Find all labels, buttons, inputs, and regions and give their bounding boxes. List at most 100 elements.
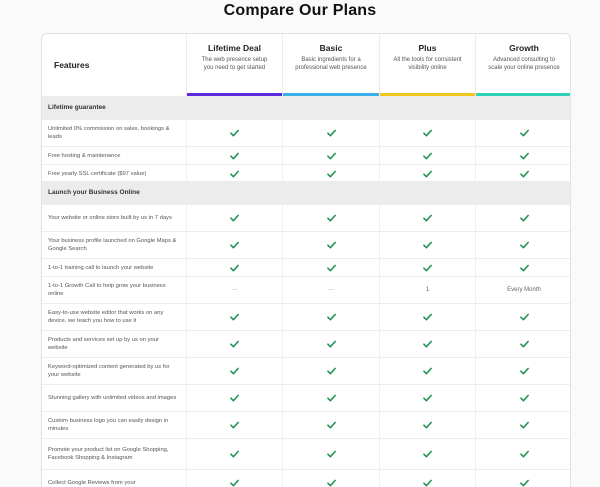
page-title: Compare Our Plans [223,2,377,19]
check-icon [519,170,529,178]
plan-cell-3 [379,232,475,258]
plan-cell-4 [475,358,570,384]
check-icon [230,264,239,272]
plan-cell-2 [282,165,379,182]
feature-label: Unlimited 0% commission on sales, bookin… [48,126,170,140]
plan-name: Plus [418,43,437,53]
check-icon [230,340,239,348]
feature-label: Your website or online store built by us… [48,215,172,221]
check-icon [519,152,529,160]
plan-cell-3 [379,385,475,411]
plan-cell-2 [282,147,379,164]
plan-description: The web presence setup you need to get s… [201,57,268,71]
table-row: Keyword-optimized content generated by u… [42,357,570,384]
plan-cell-1 [186,412,282,438]
plan-cell-1 [186,259,282,276]
check-icon [423,367,432,375]
plan-cell-1 [186,232,282,258]
plan-cell-1 [186,120,282,146]
features-header: Features [54,60,90,70]
table-row: Your business profile launched on Google… [42,231,570,258]
feature-label: Promote your product list on Google Shop… [48,447,169,461]
check-icon [519,450,529,458]
table-row: Free hosting & maintenance [42,146,570,164]
plan-header-3: Plus All the tools for consistent visibil… [379,34,475,96]
check-icon [423,450,432,458]
plan-cell-4 [475,259,570,276]
check-icon [519,313,529,321]
dash-value: — [328,287,334,293]
check-icon [326,129,336,137]
feature-label: Stunning gallery with unlimited videos a… [48,395,177,401]
check-icon [423,170,432,178]
check-icon [423,340,432,348]
feature-label: Free yearly SSL certificate ($97 value) [48,170,147,177]
check-icon [423,479,432,487]
plan-cell-2 [282,331,379,357]
table-row: 1-to-1 Growth Call to help grow your bus… [42,276,570,303]
plan-name: Basic [319,43,343,53]
plan-cell-3 [379,165,475,182]
feature-label: 1-to-1 Growth Call to help grow your bus… [48,283,166,297]
table-row: Products and services set up by us on yo… [42,330,570,357]
plan-cell-4 [475,385,570,411]
plan-cell-4 [475,232,570,258]
feature-label: Easy-to-use website editor that works on… [48,310,164,324]
feature-label: Keyword-optimized content generated by u… [48,364,170,378]
check-icon [326,479,336,487]
plan-cell-2 [282,439,379,469]
check-icon [519,264,529,272]
plan-cell-2 [282,385,379,411]
check-icon [326,152,336,160]
check-icon [326,367,336,375]
check-icon [423,421,432,429]
plan-cell-1 [186,205,282,231]
plan-cell-1 [186,439,282,469]
plan-cell-4 [475,439,570,469]
table-row: Your website or online store built by us… [42,204,570,231]
check-icon [519,129,529,137]
check-icon [519,421,529,429]
plan-cell-3: 1 [379,277,475,303]
check-icon [326,313,336,321]
check-icon [423,214,432,222]
check-icon [326,214,336,222]
table-row: Promote your product list on Google Shop… [42,438,570,469]
plan-cell-4 [475,331,570,357]
check-icon [326,264,336,272]
plan-cell-3 [379,412,475,438]
check-icon [423,313,432,321]
cell-value: Every Month [507,287,541,293]
plan-cell-4 [475,304,570,330]
plan-header-4: Growth Advanced consulting to scale your … [475,34,570,96]
table-row: Unlimited 0% commission on sales, bookin… [42,119,570,146]
plan-cell-3 [379,304,475,330]
plan-cell-1: — [186,277,282,303]
check-icon [519,367,529,375]
check-icon [230,170,239,178]
plan-cell-2 [282,232,379,258]
check-icon [230,421,239,429]
plan-cell-1 [186,304,282,330]
plan-cell-2 [282,358,379,384]
feature-label: Products and services set up by us on yo… [48,337,159,351]
plan-cell-4 [475,147,570,164]
plan-name: Lifetime Deal [208,43,261,53]
plan-cell-2 [282,412,379,438]
plan-header-2: Basic Basic ingredients for a professiona… [282,34,379,96]
plan-cell-4 [475,165,570,182]
check-icon [326,241,336,249]
plan-cell-4 [475,205,570,231]
section-header: Launch your Business Online [42,181,570,204]
plan-cell-3 [379,120,475,146]
plan-description: Basic ingredients for a professional web… [295,57,367,71]
plan-cell-4 [475,412,570,438]
plan-cell-1 [186,385,282,411]
comparison-table: Features Lifetime Deal The web presence s… [41,33,571,487]
plan-cell-1 [186,331,282,357]
check-icon [230,313,239,321]
plan-cell-2 [282,120,379,146]
plan-cell-1 [186,165,282,182]
feature-label: Free hosting & maintenance [48,152,121,159]
plan-cell-3 [379,147,475,164]
